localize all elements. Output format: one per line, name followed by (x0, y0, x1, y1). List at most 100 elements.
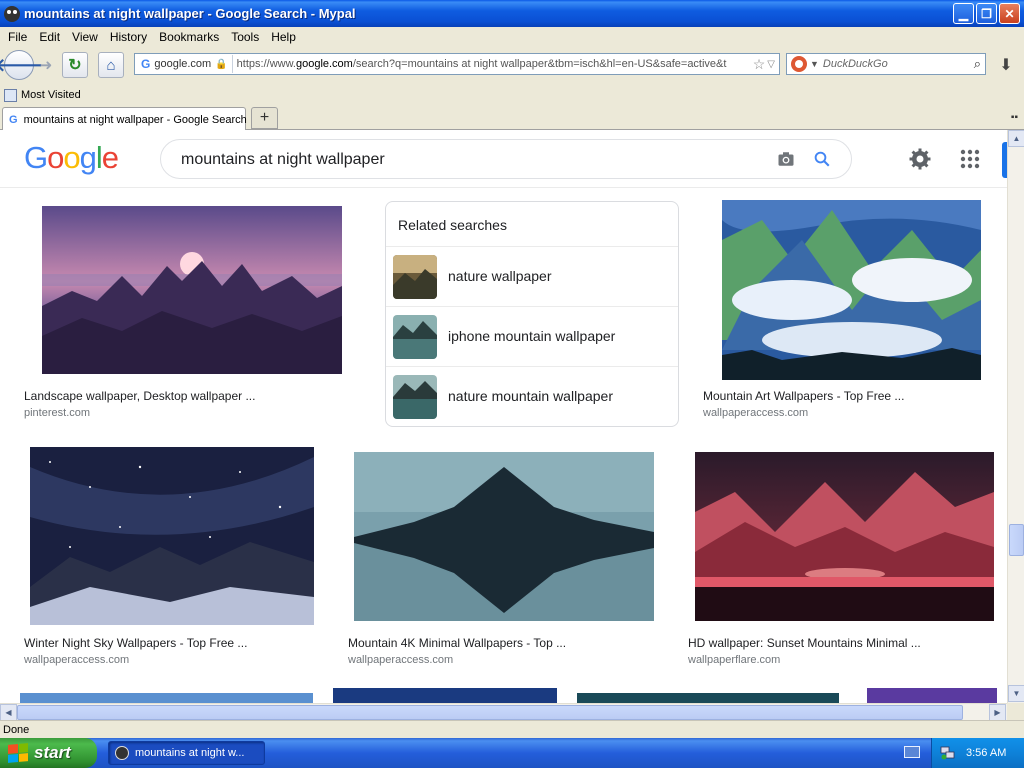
vertical-scroll-thumb[interactable] (1009, 524, 1024, 556)
url-bar[interactable]: G google.com 🔒 https://www.google.com/se… (134, 53, 780, 75)
menu-bookmarks[interactable]: Bookmarks (153, 30, 225, 44)
image-result[interactable] (20, 693, 313, 703)
related-search-item[interactable]: nature wallpaper (386, 246, 678, 306)
minimize-button[interactable]: ▁ (953, 3, 974, 24)
web-page: Google mountains at night wallpaper Land… (0, 130, 1007, 703)
window-title-bar[interactable]: mountains at night wallpaper - Google Se… (0, 0, 1024, 27)
clock[interactable]: 3:56 AM (966, 747, 1006, 759)
result-caption[interactable]: Landscape wallpaper, Desktop wallpaper .… (24, 389, 255, 403)
taskbar-item-mypal[interactable]: mountains at night w... (108, 741, 265, 765)
image-result[interactable]: HD wallpaper: Sunset Mountains Minimal .… (684, 447, 1004, 669)
search-engine-dropdown-icon[interactable]: ▼ (810, 59, 819, 69)
menu-edit[interactable]: Edit (33, 30, 66, 44)
search-icon[interactable] (813, 150, 831, 168)
horizontal-scroll-thumb[interactable] (17, 705, 963, 720)
home-button[interactable]: ⌂ (98, 52, 124, 78)
related-search-label[interactable]: iphone mountain wallpaper (448, 328, 615, 344)
result-caption[interactable]: Mountain 4K Minimal Wallpapers - Top ... (348, 636, 566, 650)
scroll-up-button[interactable]: ▲ (1008, 130, 1024, 147)
image-result[interactable]: Winter Night Sky Wallpapers - Top Free .… (20, 447, 325, 669)
result-caption[interactable]: Winter Night Sky Wallpapers - Top Free .… (24, 636, 247, 650)
google-favicon-icon: G (141, 57, 151, 71)
most-visited-bookmark[interactable]: Most Visited (21, 89, 81, 101)
result-thumbnail[interactable] (42, 206, 342, 374)
related-searches-card: Related searches nature wallpaper iphone… (385, 201, 679, 427)
menu-help[interactable]: Help (265, 30, 302, 44)
result-thumbnail[interactable] (722, 200, 981, 380)
menu-history[interactable]: History (104, 30, 153, 44)
url-path: /search?q=mountains at night wallpaper&t… (352, 58, 727, 70)
menu-tools[interactable]: Tools (225, 30, 265, 44)
menu-file[interactable]: File (2, 30, 33, 44)
search-engine-placeholder[interactable]: DuckDuckGo (823, 58, 974, 70)
google-logo[interactable]: Google (24, 140, 119, 176)
image-result[interactable] (577, 693, 839, 703)
result-thumbnail[interactable] (30, 447, 314, 625)
logo-letter: e (101, 140, 119, 175)
image-result[interactable]: Mountain Art Wallpapers - Top Free ... w… (699, 200, 1004, 422)
reload-button[interactable]: ↻ (62, 52, 88, 78)
menu-bar: File Edit View History Bookmarks Tools H… (0, 27, 1024, 46)
keyboard-language-icon[interactable] (904, 746, 920, 758)
google-search-input[interactable]: mountains at night wallpaper (181, 151, 385, 169)
google-apps-grid-icon[interactable] (959, 148, 981, 170)
status-bar: Done (0, 720, 1024, 738)
related-search-item[interactable]: iphone mountain wallpaper (386, 306, 678, 366)
tab-title: mountains at night wallpaper - Google Se… (23, 113, 247, 126)
lock-icon: 🔒 (215, 58, 228, 70)
reload-icon: ↻ (68, 57, 82, 74)
horizontal-scrollbar[interactable]: ◀ ▶ (0, 703, 1007, 721)
duckduckgo-icon[interactable] (791, 56, 807, 72)
url-input[interactable]: https://www.google.com/search?q=mountain… (233, 58, 751, 70)
site-identity-label: google.com (154, 58, 212, 70)
result-source: pinterest.com (24, 407, 91, 419)
camera-icon[interactable] (777, 150, 795, 168)
network-connection-icon[interactable] (940, 746, 956, 760)
url-history-dropdown-icon[interactable]: ▽ (767, 59, 775, 70)
image-result[interactable] (333, 688, 557, 703)
tab-google-search[interactable]: G mountains at night wallpaper - Google … (2, 107, 247, 131)
vertical-scrollbar[interactable]: ▲ ▼ (1007, 130, 1024, 703)
logo-letter: o (63, 140, 80, 175)
close-button[interactable]: ✕ (999, 3, 1020, 24)
downloads-button[interactable]: ⬇ (991, 53, 1021, 77)
forward-button[interactable]: ➜ (35, 55, 57, 75)
site-identity-box[interactable]: G google.com 🔒 (137, 55, 233, 73)
window-controls: ▁ ❐ ✕ (953, 3, 1020, 24)
image-result[interactable] (867, 688, 997, 703)
scroll-left-button[interactable]: ◀ (0, 704, 17, 721)
menu-view[interactable]: View (66, 30, 104, 44)
related-search-label[interactable]: nature wallpaper (448, 268, 552, 284)
settings-gear-icon[interactable] (908, 147, 932, 171)
related-search-item[interactable]: nature mountain wallpaper (386, 366, 678, 426)
back-button[interactable]: 🡐 (0, 50, 43, 80)
scroll-right-button[interactable]: ▶ (989, 704, 1006, 721)
taskbar-item-label: mountains at night w... (135, 747, 245, 759)
result-source: wallpaperaccess.com (24, 654, 130, 666)
windows-taskbar: start mountains at night w... 3:56 AM (0, 738, 1024, 768)
scrollbar-corner (1007, 703, 1024, 720)
maximize-button[interactable]: ❐ (976, 3, 997, 24)
start-label: start (34, 743, 71, 762)
result-source: wallpaperaccess.com (703, 407, 809, 419)
result-caption[interactable]: Mountain Art Wallpapers - Top Free ... (703, 389, 904, 403)
result-thumbnail[interactable] (354, 452, 654, 621)
new-tab-button[interactable]: + (251, 107, 278, 129)
tab-list-icon[interactable]: ▪▪ (1011, 112, 1018, 123)
windows-logo-icon (8, 743, 28, 763)
scroll-down-button[interactable]: ▼ (1008, 685, 1024, 702)
result-source: wallpaperflare.com (688, 654, 781, 666)
web-search-box[interactable]: ▼ DuckDuckGo ⌕ (786, 53, 986, 75)
search-magnifier-icon[interactable]: ⌕ (974, 56, 981, 72)
bookmark-star-icon[interactable]: ☆ (753, 56, 766, 73)
related-search-label[interactable]: nature mountain wallpaper (448, 388, 613, 404)
image-result[interactable]: Landscape wallpaper, Desktop wallpaper .… (20, 200, 365, 422)
google-search-box[interactable]: mountains at night wallpaper (160, 139, 852, 179)
image-result[interactable]: Mountain 4K Minimal Wallpapers - Top ...… (344, 447, 664, 669)
result-caption[interactable]: HD wallpaper: Sunset Mountains Minimal .… (688, 636, 921, 650)
url-domain: google.com (295, 58, 353, 70)
home-icon: ⌂ (106, 56, 116, 74)
result-thumbnail[interactable] (695, 452, 994, 621)
start-button[interactable]: start (0, 738, 97, 768)
result-source: wallpaperaccess.com (348, 654, 454, 666)
